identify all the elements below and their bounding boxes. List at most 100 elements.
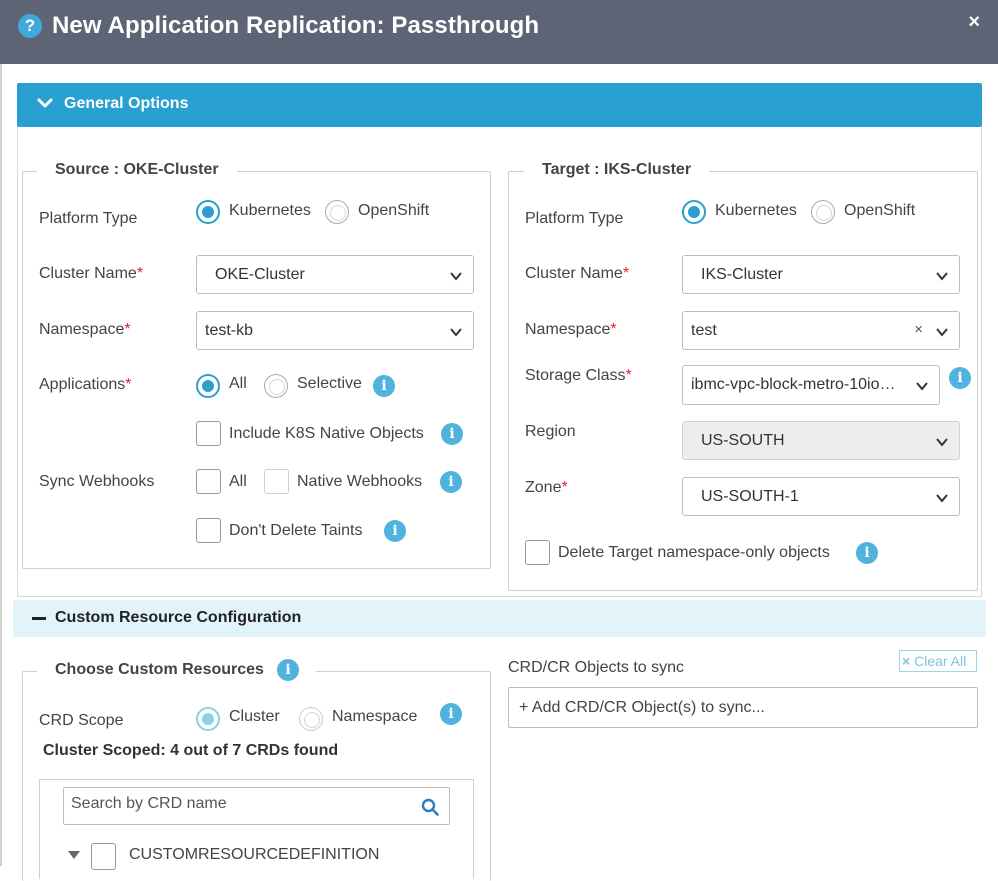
include-k8s-info-icon[interactable]: i bbox=[441, 423, 463, 445]
required-mark: * bbox=[625, 367, 632, 384]
storage-class-info-icon[interactable]: i bbox=[949, 367, 971, 389]
applications-selective-radio[interactable] bbox=[264, 374, 288, 398]
source-namespace-select[interactable]: test-kb bbox=[196, 311, 474, 350]
applications-all-radio[interactable] bbox=[196, 374, 220, 398]
delete-target-ns-checkbox[interactable] bbox=[525, 540, 550, 565]
crd-scope-cluster-radio[interactable] bbox=[196, 707, 220, 731]
crd-found-count: Cluster Scoped: 4 out of 7 CRDs found bbox=[43, 742, 339, 759]
dialog-edge bbox=[0, 64, 2, 866]
clear-icon: × bbox=[902, 653, 911, 669]
source-platform-kubernetes-radio[interactable] bbox=[196, 200, 220, 224]
add-crd-object-input[interactable]: + Add CRD/CR Object(s) to sync... bbox=[508, 687, 978, 728]
include-k8s-label[interactable]: Include K8S Native Objects bbox=[229, 425, 424, 443]
general-options-header[interactable]: General Options bbox=[17, 83, 982, 127]
chevron-down-icon bbox=[936, 328, 948, 337]
delete-target-ns-label[interactable]: Delete Target namespace-only objects bbox=[558, 544, 830, 562]
webhooks-all-label[interactable]: All bbox=[229, 473, 247, 491]
source-platform-openshift-label[interactable]: OpenShift bbox=[358, 202, 429, 220]
target-cluster-value: IKS-Cluster bbox=[701, 266, 783, 283]
clear-all-label: Clear All bbox=[914, 653, 967, 669]
source-namespace-label-text: Namespace bbox=[39, 321, 125, 338]
search-icon[interactable] bbox=[421, 798, 439, 816]
sync-webhooks-label: Sync Webhooks bbox=[39, 473, 155, 490]
target-platform-kubernetes-label[interactable]: Kubernetes bbox=[715, 202, 797, 220]
source-platform-openshift-radio[interactable] bbox=[325, 200, 349, 224]
chevron-down-icon bbox=[936, 438, 948, 447]
target-cluster-label-text: Cluster Name bbox=[525, 265, 623, 282]
target-platform-openshift-radio[interactable] bbox=[811, 200, 835, 224]
target-namespace-value: test bbox=[691, 322, 717, 339]
applications-selective-label[interactable]: Selective bbox=[297, 375, 362, 393]
custom-resource-header[interactable]: Custom Resource Configuration bbox=[13, 600, 986, 637]
zone-select[interactable]: US-SOUTH-1 bbox=[682, 477, 960, 516]
zone-value: US-SOUTH-1 bbox=[701, 488, 799, 505]
target-platform-openshift-label[interactable]: OpenShift bbox=[844, 202, 915, 220]
applications-all-label[interactable]: All bbox=[229, 375, 247, 393]
target-namespace-select[interactable]: test × bbox=[682, 311, 960, 350]
source-cluster-value: OKE-Cluster bbox=[215, 266, 305, 283]
choose-cr-legend-text: Choose Custom Resources bbox=[55, 661, 264, 678]
target-platform-label: Platform Type bbox=[525, 210, 624, 227]
target-namespace-label-text: Namespace bbox=[525, 321, 611, 338]
required-mark: * bbox=[124, 321, 131, 338]
chevron-down-icon bbox=[450, 328, 462, 337]
dont-delete-taints-label[interactable]: Don't Delete Taints bbox=[229, 522, 363, 540]
target-platform-kubernetes-radio[interactable] bbox=[682, 200, 706, 224]
chevron-down-icon bbox=[936, 494, 948, 503]
close-icon[interactable]: × bbox=[968, 11, 980, 34]
delete-target-info-icon[interactable]: i bbox=[856, 542, 878, 564]
webhooks-info-icon[interactable]: i bbox=[440, 471, 462, 493]
source-legend: Source : OKE-Cluster bbox=[37, 161, 237, 179]
help-icon[interactable]: ? bbox=[18, 14, 42, 38]
native-webhooks-label[interactable]: Native Webhooks bbox=[297, 473, 422, 491]
dialog-title: New Application Replication: Passthrough bbox=[52, 12, 540, 39]
custom-resource-label: Custom Resource Configuration bbox=[55, 609, 302, 626]
chevron-down-icon bbox=[37, 98, 53, 108]
required-mark: * bbox=[622, 265, 630, 282]
crd-scope-label: CRD Scope bbox=[39, 712, 124, 729]
source-cluster-label-text: Cluster Name bbox=[39, 265, 137, 282]
taints-info-icon[interactable]: i bbox=[384, 520, 406, 542]
chevron-down-icon bbox=[450, 272, 462, 281]
dont-delete-taints-checkbox[interactable] bbox=[196, 518, 221, 543]
storage-class-label: Storage Class* bbox=[525, 367, 632, 385]
native-webhooks-checkbox[interactable] bbox=[264, 469, 289, 494]
crd-search-input[interactable]: Search by CRD name bbox=[63, 787, 450, 825]
target-legend: Target : IKS-Cluster bbox=[524, 161, 710, 179]
general-options-label: General Options bbox=[64, 95, 189, 112]
source-cluster-select[interactable]: OKE-Cluster bbox=[196, 255, 474, 294]
required-mark: * bbox=[610, 321, 617, 338]
include-k8s-checkbox[interactable] bbox=[196, 421, 221, 446]
target-cluster-select[interactable]: IKS-Cluster bbox=[682, 255, 960, 294]
chevron-down-icon bbox=[916, 382, 928, 391]
source-namespace-value: test-kb bbox=[205, 322, 254, 339]
caret-down-icon[interactable] bbox=[67, 850, 81, 860]
source-namespace-label: Namespace* bbox=[39, 321, 131, 339]
target-namespace-label: Namespace* bbox=[525, 321, 617, 339]
region-select: US-SOUTH bbox=[682, 421, 960, 460]
crd-tree-label[interactable]: CUSTOMRESOURCEDEFINITION bbox=[129, 846, 379, 864]
storage-class-label-text: Storage Class bbox=[525, 367, 626, 384]
zone-label-text: Zone bbox=[525, 479, 562, 496]
crd-scope-cluster-label[interactable]: Cluster bbox=[229, 708, 280, 726]
source-applications-label-text: Applications bbox=[39, 376, 126, 393]
zone-label: Zone* bbox=[525, 479, 568, 497]
source-platform-kubernetes-label[interactable]: Kubernetes bbox=[229, 202, 311, 220]
clear-all-button[interactable]: × Clear All bbox=[899, 650, 977, 672]
chevron-down-icon bbox=[936, 272, 948, 281]
crd-scope-info-icon[interactable]: i bbox=[440, 703, 462, 725]
applications-info-icon[interactable]: i bbox=[373, 375, 395, 397]
dialog-titlebar: ? New Application Replication: Passthrou… bbox=[0, 0, 998, 64]
required-mark: * bbox=[136, 265, 144, 282]
webhooks-all-checkbox[interactable] bbox=[196, 469, 221, 494]
clear-icon[interactable]: × bbox=[914, 321, 923, 338]
storage-class-select[interactable]: ibmc-vpc-block-metro-10io… bbox=[682, 365, 940, 405]
choose-cr-legend: Choose Custom Resources bbox=[37, 661, 316, 679]
source-platform-label: Platform Type bbox=[39, 210, 138, 227]
region-value: US-SOUTH bbox=[701, 432, 785, 449]
choose-cr-info-icon[interactable]: i bbox=[277, 659, 299, 681]
storage-class-value: ibmc-vpc-block-metro-10io… bbox=[691, 376, 896, 393]
crd-scope-namespace-radio[interactable] bbox=[299, 707, 323, 731]
required-mark: * bbox=[561, 479, 568, 496]
crd-scope-namespace-label[interactable]: Namespace bbox=[332, 708, 417, 726]
